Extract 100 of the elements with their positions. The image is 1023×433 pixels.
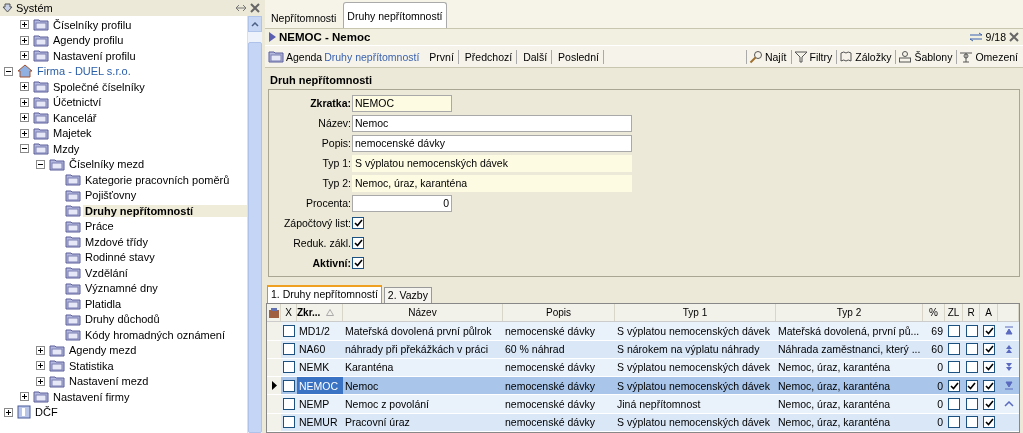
tab[interactable]: 2. Vazby: [383, 287, 432, 303]
tree-item[interactable]: Platidla: [83, 297, 124, 310]
checkbox[interactable]: [948, 343, 960, 356]
column-header[interactable]: %: [923, 304, 945, 322]
column-header[interactable]: Popis: [503, 304, 615, 322]
checkbox[interactable]: [352, 217, 364, 229]
toolbar-button[interactable]: Záložky: [836, 49, 894, 64]
plus-box-icon[interactable]: [4, 407, 13, 417]
tree-item[interactable]: Nastavení firmy: [51, 390, 132, 403]
plus-box-icon[interactable]: [20, 20, 29, 30]
chevron-up-icon[interactable]: [251, 21, 259, 27]
plus-box-icon[interactable]: [36, 361, 45, 371]
checkbox[interactable]: [983, 379, 995, 392]
tree-item[interactable]: Společné číselníky: [51, 80, 147, 93]
tree-item[interactable]: Vzdělání: [83, 266, 130, 279]
checkbox[interactable]: [965, 361, 978, 374]
input-field[interactable]: NEMOC: [352, 94, 452, 112]
tree-item[interactable]: Číselníky mezd: [67, 158, 147, 171]
tree-item[interactable]: Druhy nepřítomností: [83, 204, 247, 217]
next-record-icon[interactable]: [1003, 362, 1014, 373]
checkbox[interactable]: [948, 361, 960, 374]
grid-settings-icon[interactable]: [267, 306, 280, 319]
tab[interactable]: 1. Druhy nepřítomností: [267, 285, 382, 303]
column-header[interactable]: Typ 2: [776, 304, 923, 322]
checkbox[interactable]: [965, 416, 978, 429]
tree-item[interactable]: Pojišťovny: [83, 189, 139, 202]
toolbar-button[interactable]: Šablony: [895, 49, 955, 64]
table-row[interactable]: NEMOC Nemoc nemocenské dávky S výplatou nemocenských dávek Nemoc, úraz, karanténa 0: [267, 377, 1019, 396]
plus-box-icon[interactable]: [20, 113, 29, 123]
checkbox[interactable]: [965, 398, 978, 411]
checkbox[interactable]: [983, 361, 995, 374]
checkbox[interactable]: [983, 343, 995, 356]
column-header[interactable]: Typ 1: [615, 304, 776, 322]
checkbox[interactable]: [983, 324, 995, 337]
toolbar-button[interactable]: Omezení: [956, 49, 1020, 64]
checkbox[interactable]: [283, 379, 295, 392]
checkbox[interactable]: [948, 379, 960, 392]
last-record-icon[interactable]: [1003, 381, 1014, 391]
resize-arrows-icon[interactable]: [235, 4, 247, 12]
input-field[interactable]: Nemoc: [352, 114, 632, 132]
input-field[interactable]: nemocenské dávky: [352, 134, 632, 152]
tree-item[interactable]: Majetek: [51, 127, 94, 140]
tree-item[interactable]: Druhy důchodů: [83, 313, 162, 326]
close-icon[interactable]: [1009, 32, 1019, 42]
plus-box-icon[interactable]: [36, 345, 45, 355]
input-field[interactable]: Nemoc, úraz, karanténa: [352, 174, 632, 192]
toolbar-button[interactable]: Najít: [745, 49, 789, 64]
tree-item[interactable]: Kategorie pracovních poměrů: [83, 173, 232, 186]
close-icon[interactable]: [250, 3, 260, 13]
checkbox[interactable]: [965, 343, 978, 356]
checkbox[interactable]: [965, 379, 978, 392]
input-field[interactable]: S výplatou nemocenských dávek: [352, 154, 632, 172]
tree-item[interactable]: Agendy profilu: [51, 34, 126, 47]
minus-box-icon[interactable]: [4, 66, 13, 76]
checkbox[interactable]: [283, 361, 295, 374]
checkbox[interactable]: [983, 416, 995, 429]
row-selector[interactable]: [267, 377, 281, 395]
checkbox[interactable]: [283, 324, 295, 337]
column-header[interactable]: R: [963, 304, 980, 322]
plus-box-icon[interactable]: [20, 82, 29, 92]
input-field[interactable]: 0: [352, 194, 452, 212]
tree-item[interactable]: Firma - DUEL s.r.o.: [35, 65, 133, 78]
column-header[interactable]: X: [281, 304, 297, 322]
checkbox[interactable]: [352, 237, 364, 249]
tree-item[interactable]: Práce: [83, 220, 116, 233]
tree-item[interactable]: Účetnictví: [51, 96, 104, 109]
checkbox[interactable]: [948, 398, 960, 411]
tree-item[interactable]: Významné dny: [83, 282, 160, 295]
column-header[interactable]: Zkr...: [297, 304, 343, 322]
checkbox[interactable]: [283, 343, 295, 356]
plus-box-icon[interactable]: [20, 51, 29, 61]
table-row[interactable]: NEMP Nemoc z povolání nemocenské dávky Jiná nepřítomnost Nemoc, úraz, karanténa 0: [267, 395, 1019, 414]
column-header[interactable]: ZL: [945, 304, 963, 322]
table-row[interactable]: MD1/2 Mateřská dovolená první půlrok nemocenské dávky S výplatou nemocenských dávek Mateřská dovolená, první pů... 69: [267, 322, 1019, 341]
tree-item[interactable]: Statistika: [67, 359, 116, 372]
minus-box-icon[interactable]: [36, 159, 45, 169]
tree-item[interactable]: Kancelář: [51, 111, 99, 124]
plus-box-icon[interactable]: [20, 97, 29, 107]
tree-item[interactable]: Mzdy: [51, 142, 82, 155]
tree-item[interactable]: DČF: [33, 406, 60, 419]
tab[interactable]: Nepřítomnosti: [267, 6, 341, 28]
first-record-icon[interactable]: [1003, 326, 1014, 336]
checkbox[interactable]: [948, 416, 960, 429]
previous-record-icon[interactable]: [1003, 344, 1014, 355]
scroll-up-icon[interactable]: [1003, 401, 1014, 408]
checkbox[interactable]: [283, 416, 295, 429]
checkbox[interactable]: [283, 398, 295, 411]
plus-box-icon[interactable]: [20, 392, 29, 402]
tree-item[interactable]: Nastavení profilu: [51, 49, 138, 62]
agenda-link[interactable]: Druhy nepřítomností: [324, 50, 420, 63]
minus-box-icon[interactable]: [20, 144, 29, 154]
checkbox[interactable]: [352, 257, 364, 269]
tree-item[interactable]: Rodinné stavy: [83, 251, 157, 264]
tree-item[interactable]: Nastavení mezd: [67, 375, 151, 388]
plus-box-icon[interactable]: [20, 128, 29, 138]
column-header[interactable]: A: [980, 304, 998, 322]
tree-item[interactable]: Kódy hromadných oznámení: [83, 328, 228, 341]
scroll-up-button[interactable]: [248, 16, 262, 32]
tree-item[interactable]: Mzdové třídy: [83, 235, 150, 248]
tab[interactable]: Druhy nepřítomností: [343, 2, 447, 28]
